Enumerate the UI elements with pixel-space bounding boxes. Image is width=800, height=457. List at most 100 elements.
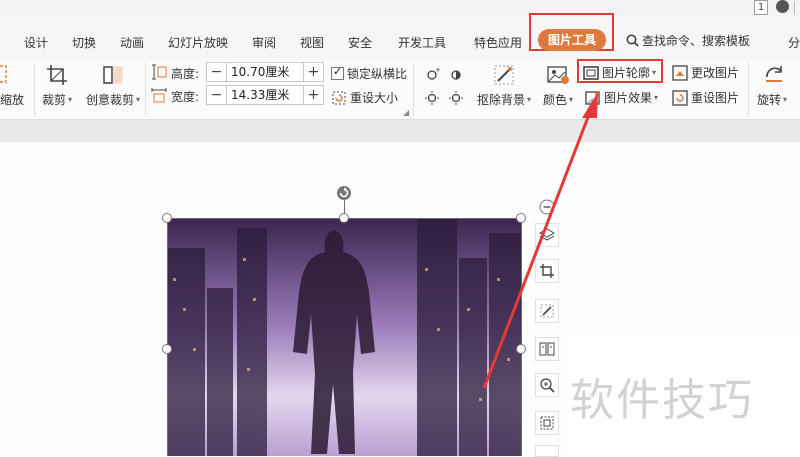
width-input[interactable]: 14.33厘米	[227, 86, 303, 104]
divider	[748, 62, 749, 116]
chevron-down-icon: ▾	[654, 93, 659, 102]
decrease-brightness-icon[interactable]	[424, 90, 440, 106]
collapse-button[interactable]	[535, 195, 559, 219]
decrease-contrast-icon[interactable]	[448, 90, 464, 106]
decrease-width-button[interactable]: −	[207, 86, 227, 104]
height-stepper[interactable]: − 10.70厘米 +	[206, 62, 324, 82]
tab-animation[interactable]: 动画	[120, 34, 144, 51]
zoom-in-icon	[540, 378, 555, 393]
watermark-text: 软件技巧	[570, 375, 754, 426]
frame-icon	[540, 416, 554, 430]
command-search[interactable]: 查找命令、搜索模板	[626, 32, 750, 49]
command-search-label: 查找命令、搜索模板	[642, 34, 751, 48]
picture-outline-icon	[583, 65, 599, 80]
layers-icon	[539, 228, 555, 241]
tab-security[interactable]: 安全	[348, 34, 372, 51]
chevron-down-icon: ▾	[68, 95, 73, 104]
picture-effects-button[interactable]: 图片效果 ▾	[585, 89, 658, 106]
height-label: 高度:	[171, 67, 200, 81]
crop-button[interactable]: 裁剪 ▾	[42, 91, 72, 108]
picture-outline-button[interactable]: 图片轮廓 ▾	[583, 64, 656, 81]
magic-wand-icon	[540, 304, 554, 318]
selection-border	[167, 218, 168, 456]
tab-slideshow[interactable]: 幻灯片放映	[168, 34, 228, 51]
reset-picture-icon	[672, 89, 688, 106]
workspace-margin	[0, 120, 800, 142]
search-icon	[626, 34, 639, 47]
tab-design[interactable]: 设计	[24, 34, 48, 51]
rotate-handle[interactable]	[336, 185, 352, 204]
group-launcher-icon[interactable]: ◢	[403, 108, 409, 117]
creative-crop-button[interactable]: 创意裁剪 ▾	[86, 91, 140, 108]
chevron-down-icon: ▾	[783, 95, 788, 104]
change-picture-button[interactable]: 更改图片	[672, 64, 739, 81]
height-icon	[151, 64, 167, 80]
increase-width-button[interactable]: +	[303, 86, 323, 104]
tab-features[interactable]: 特色应用	[474, 34, 522, 51]
remove-background-button[interactable]: 抠除背景 ▾	[477, 91, 531, 108]
resize-handle-top-right[interactable]	[516, 213, 526, 223]
reset-picture-label: 重设图片	[691, 91, 740, 105]
crop-label: 裁剪	[42, 93, 67, 107]
tab-picture-tools[interactable]: 图片工具	[538, 29, 606, 51]
reset-size-label: 重设大小	[350, 91, 399, 105]
layers-button[interactable]	[535, 223, 559, 247]
reset-size-icon	[332, 91, 346, 104]
zoom-button[interactable]: 缩放	[0, 91, 24, 108]
city-figure-image	[167, 218, 521, 456]
selection-border	[521, 218, 522, 456]
width-icon	[151, 87, 167, 103]
color-button[interactable]: 颜色 ▾	[543, 91, 573, 108]
svg-text:+: +	[435, 66, 440, 74]
lock-ratio-label: 锁定纵横比	[347, 67, 408, 81]
remove-background-tool-button[interactable]	[535, 299, 559, 323]
lock-ratio-checkbox[interactable]: 锁定纵横比	[331, 65, 407, 82]
rotate-icon	[763, 63, 785, 85]
width-label: 宽度:	[171, 90, 200, 104]
crop-tool-button[interactable]	[535, 259, 559, 283]
zoom-in-button[interactable]	[535, 373, 559, 397]
crop-icon	[46, 64, 68, 86]
divider	[413, 62, 414, 116]
tab-transition[interactable]: 切换	[72, 34, 96, 51]
resize-handle-left[interactable]	[162, 344, 172, 354]
selected-picture[interactable]	[167, 218, 521, 456]
creative-crop-icon	[102, 64, 124, 86]
decrease-height-button[interactable]: −	[207, 63, 227, 81]
picture-effects-label: 图片效果	[604, 91, 653, 105]
resize-handle-top-left[interactable]	[162, 213, 172, 223]
reset-picture-button[interactable]: 重设图片	[672, 89, 739, 106]
remove-background-label: 抠除背景	[477, 93, 526, 107]
change-picture-label: 更改图片	[691, 66, 740, 80]
rotate-button[interactable]: 旋转 ▾	[757, 91, 787, 108]
divider	[794, 2, 795, 14]
rotate-icon	[337, 186, 351, 200]
reset-size-button[interactable]: 重设大小	[331, 89, 398, 106]
creative-crop-label: 创意裁剪	[86, 93, 135, 107]
split-picture-button[interactable]	[535, 337, 559, 361]
increase-height-button[interactable]: +	[303, 63, 323, 81]
increase-contrast-icon[interactable]	[448, 66, 464, 82]
resize-handle-right[interactable]	[516, 344, 526, 354]
height-input[interactable]: 10.70厘米	[227, 63, 303, 81]
more-tools-button[interactable]	[535, 445, 559, 457]
split-icon	[539, 342, 555, 356]
avatar[interactable]	[776, 0, 789, 13]
chevron-down-icon: ▾	[569, 95, 574, 104]
tab-view[interactable]: 视图	[300, 34, 324, 51]
resize-handle-top[interactable]	[339, 213, 349, 223]
tab-review[interactable]: 审阅	[252, 34, 276, 51]
width-stepper[interactable]: − 14.33厘米 +	[206, 85, 324, 105]
picture-frame-button[interactable]	[535, 411, 559, 435]
minus-circle-icon	[539, 199, 555, 215]
chevron-down-icon: ▾	[527, 95, 532, 104]
tab-developer[interactable]: 开发工具	[398, 34, 446, 51]
page-number-badge: 1	[754, 0, 768, 15]
zoom-label: 缩放	[0, 93, 25, 107]
chevron-down-icon: ▾	[136, 95, 141, 104]
tab-overflow[interactable]: 分	[788, 34, 800, 51]
increase-brightness-icon[interactable]: +	[424, 66, 440, 82]
picture-effects-icon	[585, 90, 600, 105]
rotate-label: 旋转	[757, 93, 782, 107]
divider	[34, 62, 35, 116]
